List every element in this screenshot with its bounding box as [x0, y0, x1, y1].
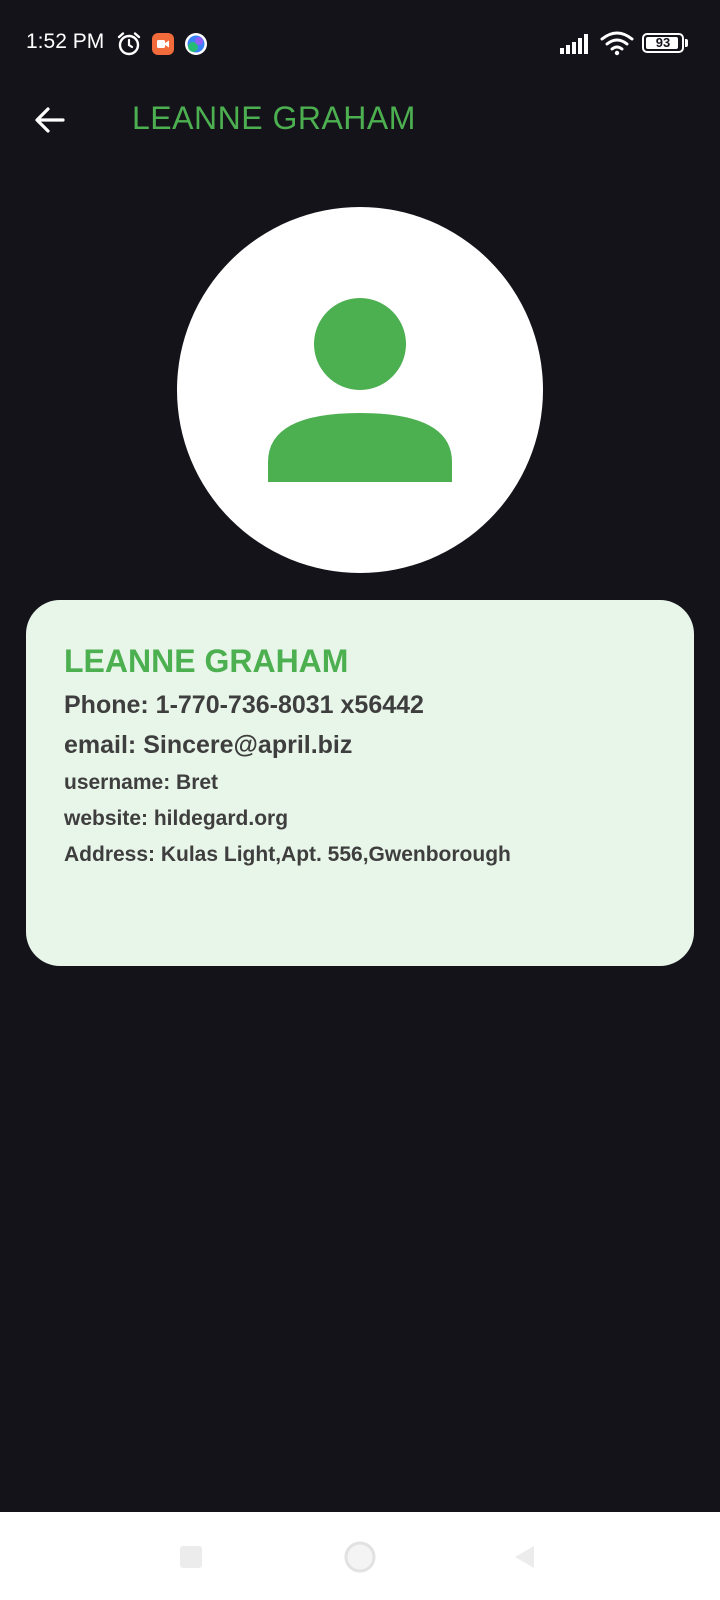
signal-icon — [560, 34, 588, 54]
status-time: 1:52 PM — [26, 30, 105, 53]
battery-level: 93 — [655, 35, 671, 50]
home-icon — [344, 1541, 376, 1573]
battery-tip — [685, 39, 688, 47]
avatar — [177, 207, 543, 573]
home-button[interactable] — [337, 1534, 383, 1580]
browser-app-icon — [185, 33, 207, 55]
wifi-icon — [600, 31, 634, 56]
status-bar: 1:52 PM 93 — [0, 0, 720, 88]
arrow-back-icon — [35, 107, 65, 133]
system-nav-bar — [0, 1512, 720, 1600]
battery-icon: 93 — [642, 33, 684, 53]
page-title: LEANNE GRAHAM — [132, 100, 416, 136]
back-button[interactable] — [24, 94, 76, 146]
alarm-icon — [117, 32, 141, 56]
user-username: username: Bret — [64, 771, 219, 794]
user-info-card: LEANNE GRAHAM Phone: 1-770-736-8031 x564… — [26, 600, 694, 966]
user-phone: Phone: 1-770-736-8031 x56442 — [64, 691, 424, 719]
user-email: email: Sincere@april.biz — [64, 731, 353, 759]
video-app-icon — [152, 33, 174, 55]
back-triangle-icon — [515, 1546, 534, 1568]
user-address: Address: Kulas Light,Apt. 556,Gwenboroug… — [64, 843, 511, 866]
system-back-button[interactable] — [502, 1534, 548, 1580]
user-website: website: hildegard.org — [64, 807, 289, 830]
recent-apps-icon — [180, 1546, 202, 1568]
app-bar: LEANNE GRAHAM — [0, 88, 720, 152]
user-name: LEANNE GRAHAM — [64, 643, 349, 679]
person-icon — [268, 298, 452, 482]
recent-apps-button[interactable] — [168, 1534, 214, 1580]
